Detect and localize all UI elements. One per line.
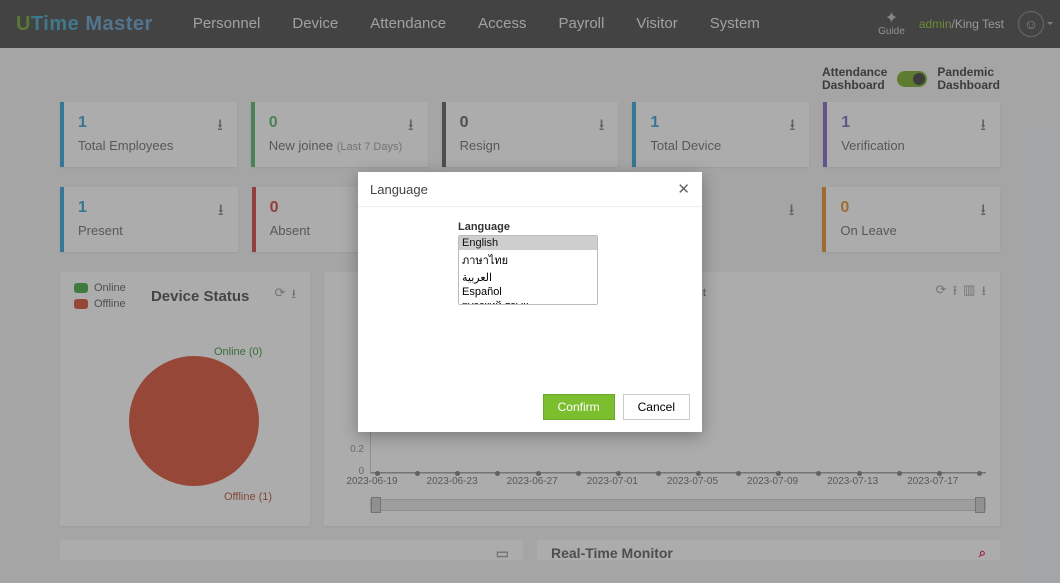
language-field-label: Language [458, 221, 682, 233]
option-thai[interactable]: ภาษาไทย [459, 250, 597, 270]
option-english[interactable]: English [459, 236, 597, 250]
confirm-button[interactable]: Confirm [543, 394, 615, 420]
modal-title: Language [370, 182, 428, 197]
close-icon[interactable]: ✕ [677, 180, 690, 198]
language-modal: Language ✕ Language English ภาษาไทย العر… [358, 172, 702, 432]
cancel-button[interactable]: Cancel [623, 394, 690, 420]
option-russian[interactable]: русский язык [459, 299, 597, 305]
option-arabic[interactable]: العربية [459, 270, 597, 285]
language-select[interactable]: English ภาษาไทย العربية Español русский … [458, 235, 598, 305]
option-spanish[interactable]: Español [459, 285, 597, 299]
